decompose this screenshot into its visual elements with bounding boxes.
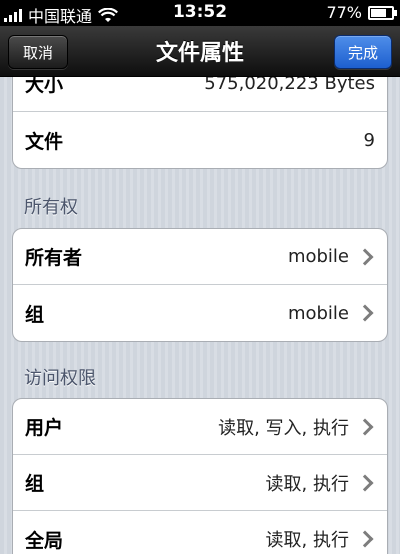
row-value-wrap: 读取, 写入, 执行 [218,414,375,440]
status-right: 77% [326,3,397,22]
row-group[interactable]: 组 mobile [13,285,387,341]
row-permission-user[interactable]: 用户 读取, 写入, 执行 [13,399,387,455]
row-label: 组 [25,473,45,495]
row-value: 575,020,223 Bytes [204,77,375,94]
row-value-wrap: mobile [288,246,375,267]
row-value: mobile [287,246,349,267]
row-value-wrap: 读取, 执行 [266,470,375,496]
row-value: 读取, 写入, 执行 [218,417,349,439]
info-group: 大小 575,020,223 Bytes 文件 9 [12,77,388,169]
row-files: 文件 9 [13,112,387,168]
row-label: 用户 [25,417,64,439]
row-value: 读取, 执行 [265,473,349,495]
ownership-group: 所有者 mobile 组 mobile [12,228,388,342]
cancel-button[interactable]: 取消 [8,35,68,69]
properties-list[interactable]: 大小 575,020,223 Bytes 文件 9 所有权 所有者 mobile… [0,77,400,554]
row-value-wrap: 读取, 执行 [266,526,375,552]
chevron-right-icon [356,304,374,322]
status-bar: 中国联通 13:52 77% [0,0,400,26]
row-value: 读取, 执行 [265,530,349,551]
row-size: 大小 575,020,223 Bytes [13,77,387,112]
chevron-right-icon [356,248,374,265]
row-label: 全局 [25,529,64,552]
row-permission-global[interactable]: 全局 读取, 执行 [13,511,387,554]
battery-icon [368,5,397,20]
navigation-bar: 取消 文件属性 完成 [0,26,400,77]
section-title-permissions: 访问权限 [24,368,96,389]
row-permission-group[interactable]: 组 读取, 执行 [13,455,387,511]
row-label: 组 [25,303,45,326]
chevron-right-icon [356,418,374,435]
page-title: 文件属性 [155,41,244,66]
section-title-ownership: 所有权 [24,197,78,218]
row-value: 9 [363,129,375,151]
row-label: 文件 [25,130,64,153]
chevron-right-icon [356,474,374,491]
battery-percent: 77% [326,3,362,22]
done-button[interactable]: 完成 [334,35,392,69]
chevron-right-icon [356,530,374,548]
row-label: 所有者 [25,247,83,269]
permissions-group: 用户 读取, 写入, 执行 组 读取, 执行 全局 读取, 执行 [12,398,388,554]
row-owner[interactable]: 所有者 mobile [13,229,387,285]
row-value: mobile [287,302,349,324]
row-label: 大小 [25,77,64,96]
row-value-wrap: mobile [288,303,375,324]
